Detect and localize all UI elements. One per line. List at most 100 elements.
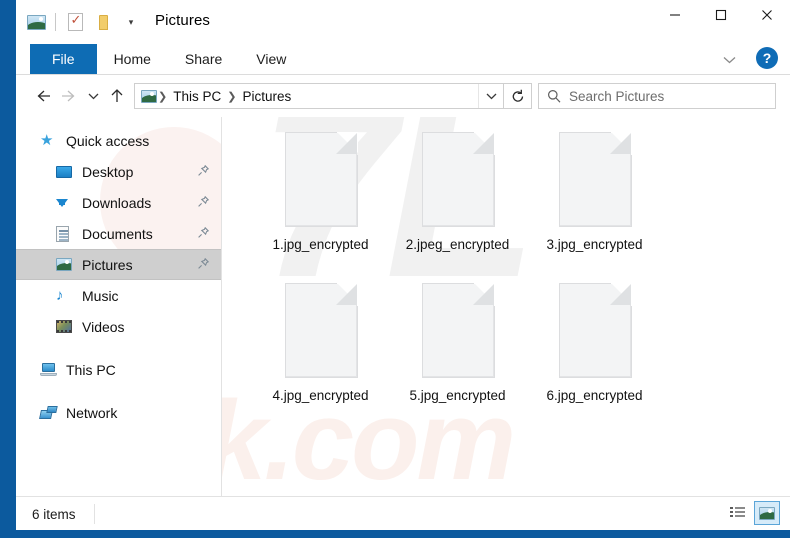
title-bar: ▾ Pictures [16, 0, 790, 44]
blank-file-icon [558, 283, 632, 378]
sidebar-item-quick-access[interactable]: ★ Quick access [16, 125, 221, 156]
sidebar-label: Desktop [82, 163, 134, 180]
forward-button[interactable] [56, 83, 82, 109]
large-icons-view-button[interactable] [754, 501, 780, 525]
window-inner: ▾ Pictures File Home [16, 0, 790, 530]
blank-file-icon [284, 283, 358, 378]
properties-icon[interactable] [61, 8, 89, 36]
breadcrumb-separator-icon[interactable]: ❯ [157, 90, 168, 103]
tab-file[interactable]: File [30, 44, 97, 74]
sidebar-label: Pictures [82, 256, 133, 273]
properties-glyph [67, 12, 83, 31]
pictures-folder-icon[interactable] [22, 8, 50, 36]
navigation-bar: ❯ This PC ❯ Pictures Search Pictures [16, 75, 790, 117]
ribbon-collapse-chevron-icon[interactable] [716, 48, 742, 72]
file-name: 2.jpeg_encrypted [405, 237, 510, 252]
star-icon: ★ [40, 132, 54, 149]
item-count-label: 6 items [32, 506, 76, 522]
close-button[interactable] [744, 0, 790, 30]
back-button[interactable] [30, 83, 56, 109]
file-item[interactable]: 5.jpg_encrypted [389, 276, 526, 427]
tab-view-label: View [256, 51, 287, 67]
sidebar-label: This PC [66, 361, 116, 378]
file-name: 6.jpg_encrypted [546, 388, 643, 403]
sidebar-label: Quick access [66, 132, 150, 149]
window-controls [652, 0, 790, 30]
sidebar-label: Downloads [82, 194, 152, 211]
tab-share[interactable]: Share [168, 44, 239, 74]
status-bar: 6 items [16, 496, 790, 530]
file-item[interactable]: 4.jpg_encrypted [252, 276, 389, 427]
sidebar-item-network[interactable]: Network [16, 397, 221, 428]
explorer-window: ▾ Pictures File Home [0, 0, 790, 538]
search-input[interactable]: Search Pictures [569, 89, 664, 104]
file-item[interactable]: 1.jpg_encrypted [252, 125, 389, 276]
status-divider [93, 504, 95, 524]
help-button[interactable]: ? [756, 47, 778, 69]
sidebar-item-documents[interactable]: Documents [16, 218, 221, 249]
sidebar-label: Music [82, 287, 119, 304]
sidebar-item-downloads[interactable]: Downloads [16, 187, 221, 218]
sidebar-item-pictures[interactable]: Pictures [16, 249, 221, 280]
music-icon: ♪ [56, 287, 64, 304]
details-view-button[interactable] [724, 501, 750, 525]
address-dropdown-icon[interactable] [478, 84, 503, 108]
window-title: Pictures [155, 12, 210, 29]
blank-file-icon [284, 132, 358, 227]
file-list-pane[interactable]: 7L isk.com 1.jpg_encrypted [222, 117, 790, 496]
recent-locations-button[interactable] [82, 83, 104, 109]
pin-icon[interactable] [198, 194, 210, 212]
breadcrumb-folder-icon[interactable] [141, 89, 157, 103]
blank-file-icon [421, 132, 495, 227]
pictures-icon [56, 258, 76, 271]
file-name: 3.jpg_encrypted [546, 237, 643, 252]
customize-qat-caret-icon[interactable]: ▾ [117, 8, 145, 36]
address-bar[interactable]: ❯ This PC ❯ Pictures [134, 83, 504, 109]
thispc-icon [40, 363, 60, 376]
download-icon [56, 198, 76, 207]
refresh-button[interactable] [504, 83, 532, 109]
breadcrumb: ❯ This PC ❯ Pictures [135, 89, 478, 104]
pin-icon[interactable] [198, 256, 210, 274]
pin-icon[interactable] [198, 225, 210, 243]
file-item[interactable]: 3.jpg_encrypted [526, 125, 663, 276]
breadcrumb-separator-icon[interactable]: ❯ [226, 90, 237, 103]
caret-down-glyph: ▾ [128, 16, 134, 27]
tab-share-label: Share [184, 51, 223, 67]
sidebar-label: Videos [82, 318, 125, 335]
sidebar-item-music[interactable]: ♪ Music [16, 280, 221, 311]
file-name: 5.jpg_encrypted [409, 388, 506, 403]
pictures-folder-glyph [26, 14, 46, 30]
desktop-icon [56, 165, 76, 178]
blank-file-icon [421, 283, 495, 378]
large-icons-view-icon [759, 506, 775, 520]
file-item[interactable]: 6.jpg_encrypted [526, 276, 663, 427]
breadcrumb-item-pictures[interactable]: Pictures [237, 89, 296, 104]
new-folder-icon[interactable] [89, 8, 117, 36]
network-icon [40, 406, 60, 420]
minimize-button[interactable] [652, 0, 698, 30]
navigation-pane: ★ Quick access Desktop Downloads Documen… [16, 117, 221, 496]
file-name: 1.jpg_encrypted [272, 237, 369, 252]
pin-icon[interactable] [198, 163, 210, 181]
tab-home[interactable]: Home [97, 44, 168, 74]
maximize-button[interactable] [698, 0, 744, 30]
tab-view[interactable]: View [239, 44, 303, 74]
search-icon [539, 89, 569, 103]
ribbon-tabs: File Home Share View [16, 44, 790, 74]
sidebar-label: Documents [82, 225, 153, 242]
breadcrumb-item-this-pc[interactable]: This PC [168, 89, 226, 104]
file-name: 4.jpg_encrypted [272, 388, 369, 403]
sidebar-item-videos[interactable]: Videos [16, 311, 221, 342]
help-label: ? [762, 50, 772, 66]
qat-divider [55, 13, 56, 31]
up-button[interactable] [104, 83, 130, 109]
sidebar-item-this-pc[interactable]: This PC [16, 354, 221, 385]
quick-access-toolbar: ▾ [22, 0, 145, 44]
blank-file-icon [558, 132, 632, 227]
file-grid: 1.jpg_encrypted 2.jpeg_encrypted 3.jpg_e… [252, 125, 790, 427]
sidebar-item-desktop[interactable]: Desktop [16, 156, 221, 187]
file-item[interactable]: 2.jpeg_encrypted [389, 125, 526, 276]
search-box[interactable]: Search Pictures [538, 83, 776, 109]
